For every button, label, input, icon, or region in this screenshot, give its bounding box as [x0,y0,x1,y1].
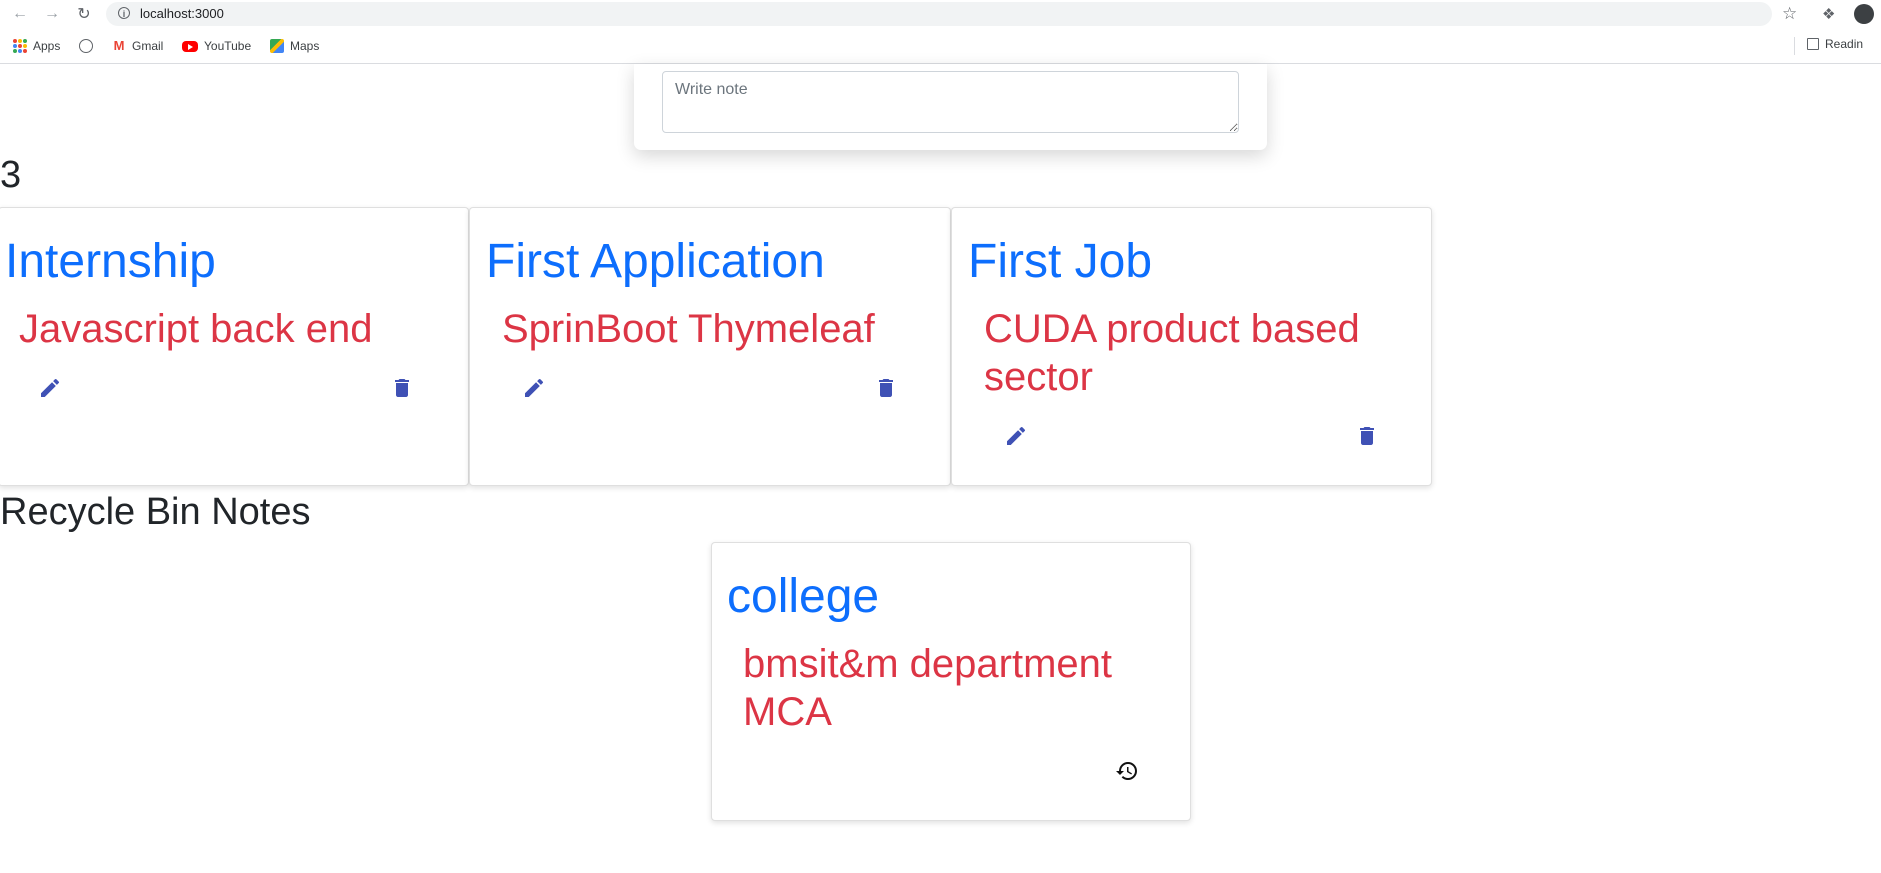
edit-button[interactable] [37,375,63,401]
note-text: Javascript back end [19,307,373,351]
note-text: SprinBoot Thymeleaf [502,307,875,351]
note-card: First Application SprinBoot Thymeleaf [469,207,951,486]
reading-list-icon [1807,38,1819,50]
restore-history-icon [1116,762,1137,780]
recycle-bin-heading: Recycle Bin Notes [0,491,311,533]
bookmark-maps[interactable]: Maps [270,37,319,55]
address-bar[interactable]: i localhost:3000 [106,2,1772,26]
back-arrow-icon[interactable]: ← [11,5,29,23]
note-text: CUDA product based sector [984,307,1360,399]
browser-toolbar: ← → ↻ i localhost:3000 ☆ ❖ [0,0,1881,28]
bookmark-star-icon[interactable]: ☆ [1782,4,1797,24]
profile-avatar[interactable] [1854,4,1874,24]
divider [1794,37,1795,55]
bookmark-label: Maps [290,39,320,53]
trash-icon [879,379,893,397]
note-card: Internship Javascript back end [0,207,469,486]
bookmark-youtube[interactable]: YouTube [182,37,251,55]
bookmarks-bar: Apps M Gmail YouTube Maps Readin [0,28,1881,64]
gmail-icon: M [113,38,125,53]
pencil-icon [1007,426,1026,445]
note-text: bmsit&m department MCA [743,642,1113,734]
reading-list-label: Readin [1825,37,1864,51]
note-title: First Job [968,235,1153,288]
youtube-icon [182,40,198,52]
bookmark-apps[interactable]: Apps [13,37,60,55]
note-composer [634,64,1267,150]
bookmark-globe[interactable] [79,37,99,55]
extensions-puzzle-icon[interactable]: ❖ [1822,5,1835,23]
apps-grid-icon [13,39,27,53]
note-title: college [727,570,880,623]
note-content-input[interactable] [662,71,1239,133]
forward-arrow-icon[interactable]: → [43,5,61,23]
delete-button[interactable] [389,375,415,401]
pencil-icon [525,378,544,397]
note-card: First Job CUDA product based sector [951,207,1432,486]
reading-list-button[interactable]: Readin [1807,37,1863,51]
recycle-bin-note-card: college bmsit&m department MCA [711,542,1191,821]
edit-button[interactable] [1003,423,1029,449]
note-title: Internship [5,235,216,288]
delete-button[interactable] [1354,423,1380,449]
note-title: First Application [486,235,825,288]
bookmark-label: YouTube [204,39,252,53]
reload-icon[interactable]: ↻ [75,5,93,23]
trash-icon [395,379,409,397]
maps-icon [270,39,284,53]
site-info-icon[interactable]: i [118,7,130,19]
restore-button[interactable] [1114,758,1140,784]
address-url[interactable]: localhost:3000 [140,6,224,21]
edit-button[interactable] [521,375,547,401]
bookmark-label: Apps [33,39,61,53]
bookmark-gmail[interactable]: M Gmail [112,37,164,55]
notes-count: 3 [0,154,22,196]
bookmark-label: Gmail [132,39,164,53]
globe-icon [79,39,93,53]
pencil-icon [41,378,60,397]
trash-icon [1360,427,1374,445]
delete-button[interactable] [873,375,899,401]
